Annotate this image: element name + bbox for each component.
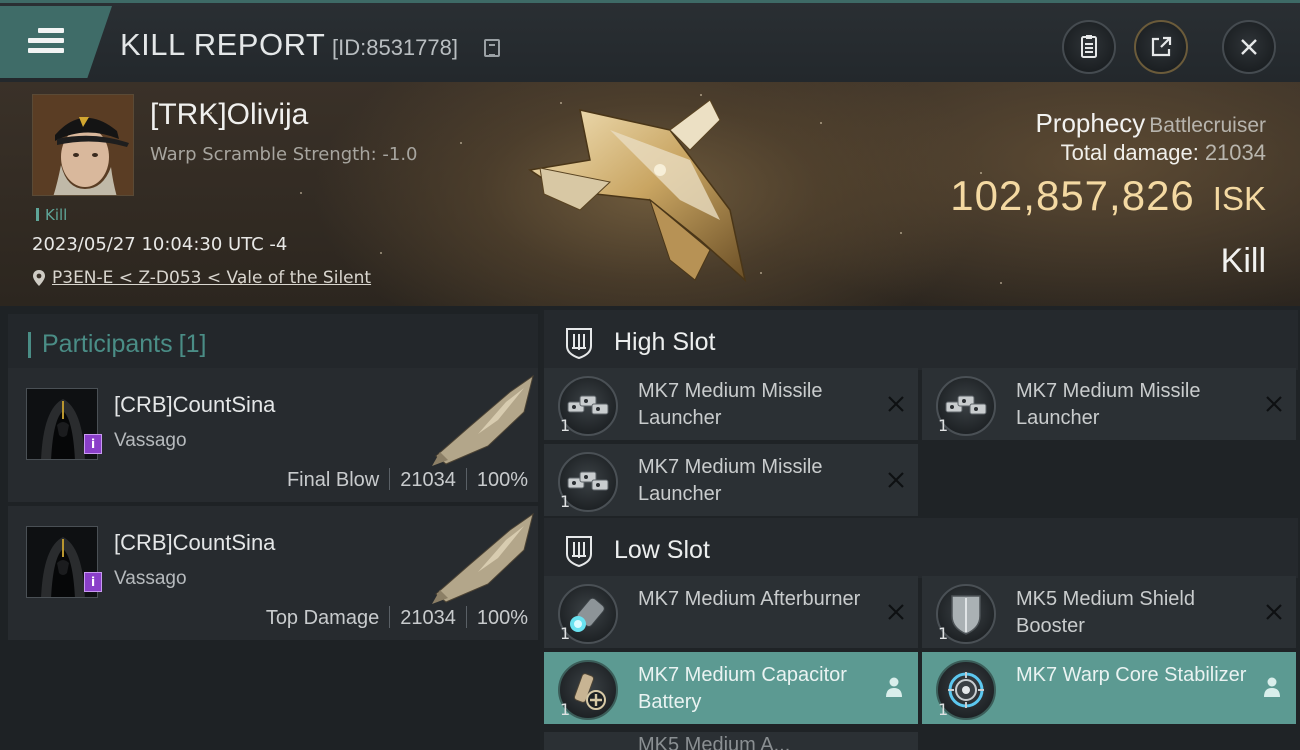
high-slot-header: High Slot [544,310,1298,370]
isk-amount: 102,857,826 [950,172,1195,219]
report-id: [ID:8531778] [332,35,458,60]
participant-stats: Final Blow 21034 100% [287,468,528,492]
location-link[interactable]: P3EN-E < Z-D053 < Vale of the Silent [52,268,371,288]
item-quantity: 1 [938,700,949,719]
isk-unit: ISK [1212,180,1266,217]
item-quantity: 1 [938,416,949,435]
high-slot-icon [566,328,592,360]
participant-badge: i [84,434,102,454]
ship-class: Battlecruiser [1149,114,1266,137]
destroyed-x-icon [888,396,904,412]
victim-ship-image [528,99,747,283]
dropped-person-icon [886,677,902,697]
item-quantity: 1 [560,700,571,719]
fitting-item[interactable]: 1 MK7 Medium Missile Launcher [544,368,918,440]
top-bar: KILL REPORT [ID:8531778] [0,0,1300,82]
page-title: KILL REPORT [120,27,326,62]
low-slot-header: Low Slot [544,518,1298,578]
participant-ship: Vassago [114,430,187,451]
item-name: MK7 Medium Missile Launcher [638,380,823,429]
fitting-item-partial[interactable]: MK5 Medium A... [544,732,918,750]
kill-datetime: 2023/05/27 10:04:30 UTC -4 [32,234,288,255]
low-slot-label: Low Slot [614,536,710,564]
item-name: MK7 Medium Capacitor Battery [638,664,847,713]
participant-ship-image [432,512,534,604]
destroyed-x-icon [1266,396,1282,412]
fitting-panel: High Slot 1 MK7 Medium Missile Launcher … [540,306,1300,750]
item-quantity: 1 [938,624,949,643]
item-quantity: 1 [560,492,571,511]
isk-value: 102,857,826 ISK [950,172,1266,220]
victim-name[interactable]: [TRK]Olivija [150,98,308,132]
fitting-item[interactable]: 1 MK5 Medium Shield Booster [922,576,1296,648]
item-name: MK7 Warp Core Stabilizer [1016,664,1247,686]
destroyed-x-icon [888,604,904,620]
participant-card[interactable]: i [CRB]CountSina Vassago Final Blow 21034… [8,368,538,502]
low-slot-icon [566,536,592,568]
copy-id-icon[interactable] [484,39,500,57]
close-icon [1241,39,1257,55]
total-damage-value: 21034 [1204,140,1266,165]
dropped-person-icon [1264,677,1280,697]
victim-portrait[interactable] [32,94,134,196]
participant-stats: Top Damage 21034 100% [266,606,528,630]
participant-ship: Vassago [114,568,187,589]
kill-location[interactable]: P3EN-E < Z-D053 < Vale of the Silent [32,268,371,288]
total-damage: Total damage: 21034 [1061,140,1266,166]
victim-banner: [TRK]Olivija Warp Scramble Strength: -1.… [0,82,1300,306]
fitting-item[interactable]: 1 MK7 Medium Missile Launcher [922,368,1296,440]
kill-type-tag: Kill [36,206,67,224]
clipboard-button[interactable] [1062,20,1116,74]
item-name: MK7 Medium Missile Launcher [638,456,823,505]
item-name: MK7 Medium Missile Launcher [1016,380,1201,429]
share-button[interactable] [1134,20,1188,74]
item-quantity: 1 [560,416,571,435]
participant-badge: i [84,572,102,592]
warp-scramble-strength: Warp Scramble Strength: -1.0 [150,144,418,165]
fitting-item[interactable]: 1 MK7 Medium Missile Launcher [544,444,918,516]
participant-role: Final Blow [286,469,380,491]
participant-role: Top Damage [265,607,380,629]
ship-name: Prophecy [1035,108,1146,138]
victim-ship[interactable]: Prophecy Battlecruiser [1035,108,1266,139]
participant-damage: 21034 [400,607,456,629]
menu-button[interactable] [0,6,112,78]
share-icon [1151,36,1172,57]
item-quantity: 1 [560,624,571,643]
clipboard-icon [1081,35,1097,58]
participant-percent: 100% [476,607,528,629]
participants-header: Participants [1] [8,314,538,372]
participant-percent: 100% [476,469,528,491]
participants-panel: Participants [1] i [CRB]CountSina Vassago… [0,306,540,750]
participants-count: [1] [178,330,207,358]
participant-name[interactable]: [CRB]CountSina [114,392,275,418]
participant-name[interactable]: [CRB]CountSina [114,530,275,556]
item-name: MK5 Medium Shield Booster [1016,588,1195,637]
item-name: MK7 Medium Afterburner [638,588,861,610]
participant-card[interactable]: i [CRB]CountSina Vassago Top Damage 21034… [8,506,538,640]
participants-label: Participants [42,330,173,358]
close-button[interactable] [1222,20,1276,74]
fitting-item[interactable]: 1 MK7 Medium Afterburner [544,576,918,648]
total-damage-label: Total damage: [1060,140,1199,165]
high-slot-label: High Slot [614,328,716,356]
participant-damage: 21034 [400,469,456,491]
fitting-item[interactable]: 1 MK7 Warp Core Stabilizer [922,652,1296,724]
destroyed-x-icon [888,472,904,488]
participant-ship-image [432,374,534,466]
hamburger-icon [28,28,64,54]
kill-result: Kill [1220,242,1266,280]
destroyed-x-icon [1266,604,1282,620]
fitting-item[interactable]: 1 MK7 Medium Capacitor Battery [544,652,918,724]
item-name: MK5 Medium A... [638,734,791,750]
location-pin-icon [33,270,45,286]
